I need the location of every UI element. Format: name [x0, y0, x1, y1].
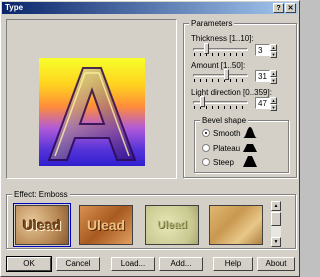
- type-dialog: Type ? ✕ Parameters Thickness [1..10]: 3…: [0, 0, 300, 277]
- thickness-slider-thumb[interactable]: [204, 43, 209, 54]
- effects-scrollbar[interactable]: ▲ ▼: [271, 201, 281, 247]
- scroll-up-icon[interactable]: ▲: [271, 201, 281, 211]
- thickness-up-icon[interactable]: ▲: [270, 44, 277, 51]
- light-direction-down-icon[interactable]: ▼: [270, 104, 277, 111]
- amount-down-icon[interactable]: ▼: [270, 77, 277, 84]
- effect-thumbnail-4-text: [210, 206, 262, 244]
- close-title-button[interactable]: ✕: [285, 3, 296, 13]
- effect-thumbnail-3[interactable]: Ulead: [145, 205, 199, 245]
- light-direction-spinner[interactable]: 47 ▲ ▼: [255, 97, 277, 111]
- ok-button[interactable]: OK: [6, 256, 52, 272]
- steep-radio[interactable]: [202, 158, 210, 166]
- bevel-option-steep[interactable]: Steep: [202, 157, 234, 167]
- bevel-option-plateau[interactable]: Plateau: [202, 143, 240, 153]
- about-button[interactable]: About: [257, 257, 295, 271]
- help-title-button[interactable]: ?: [273, 3, 284, 13]
- preview-panel: [6, 19, 177, 179]
- light-direction-value[interactable]: 47: [255, 97, 270, 109]
- amount-slider[interactable]: [193, 69, 248, 82]
- smooth-bevel-icon: [243, 127, 257, 138]
- steep-bevel-icon: [243, 156, 257, 167]
- scrollbar-thumb[interactable]: [271, 212, 281, 226]
- help-button[interactable]: Help: [213, 257, 253, 271]
- plateau-label: Plateau: [213, 143, 241, 153]
- light-direction-slider[interactable]: [193, 96, 248, 109]
- title-bar: Type ? ✕: [2, 2, 298, 14]
- bevel-option-smooth[interactable]: Smooth: [202, 128, 241, 138]
- plateau-radio[interactable]: [202, 144, 210, 152]
- effect-thumbnail-4[interactable]: [209, 205, 263, 245]
- preview-image: [39, 58, 145, 166]
- thickness-value[interactable]: 3: [255, 44, 270, 56]
- smooth-radio[interactable]: [202, 129, 210, 137]
- light-direction-slider-thumb[interactable]: [200, 96, 205, 107]
- smooth-label: Smooth: [213, 128, 241, 138]
- bevel-shape-label: Bevel shape: [200, 116, 249, 125]
- thickness-label: Thickness [1..10]:: [191, 34, 254, 43]
- scroll-down-icon[interactable]: ▼: [271, 237, 281, 247]
- steep-label: Steep: [213, 157, 234, 167]
- thickness-spinner[interactable]: 3 ▲ ▼: [255, 44, 277, 58]
- plateau-bevel-icon: [243, 144, 257, 152]
- parameters-group-label: Parameters: [189, 19, 235, 28]
- preview-letter-graphic: [47, 67, 137, 161]
- load-button[interactable]: Load...: [111, 257, 155, 271]
- effect-thumbnail-2[interactable]: Ulead: [79, 205, 133, 245]
- effect-group-label: Effect: Emboss: [12, 190, 70, 199]
- effect-thumbnail-2-text: Ulead: [86, 217, 126, 233]
- window-title: Type: [5, 3, 24, 12]
- thickness-down-icon[interactable]: ▼: [270, 51, 277, 58]
- cancel-button[interactable]: Cancel: [56, 257, 100, 271]
- effect-thumbnail-1[interactable]: Ulead: [13, 203, 71, 247]
- thickness-slider[interactable]: [193, 43, 248, 56]
- amount-spinner[interactable]: 31 ▲ ▼: [255, 70, 277, 84]
- effect-thumbnail-3-text: Ulead: [157, 219, 187, 231]
- amount-up-icon[interactable]: ▲: [270, 70, 277, 77]
- light-direction-up-icon[interactable]: ▲: [270, 97, 277, 104]
- effect-thumbnail-1-text: Ulead: [22, 217, 62, 233]
- amount-value[interactable]: 31: [255, 70, 270, 82]
- add-button[interactable]: Add...: [159, 257, 203, 271]
- amount-slider-thumb[interactable]: [224, 69, 229, 80]
